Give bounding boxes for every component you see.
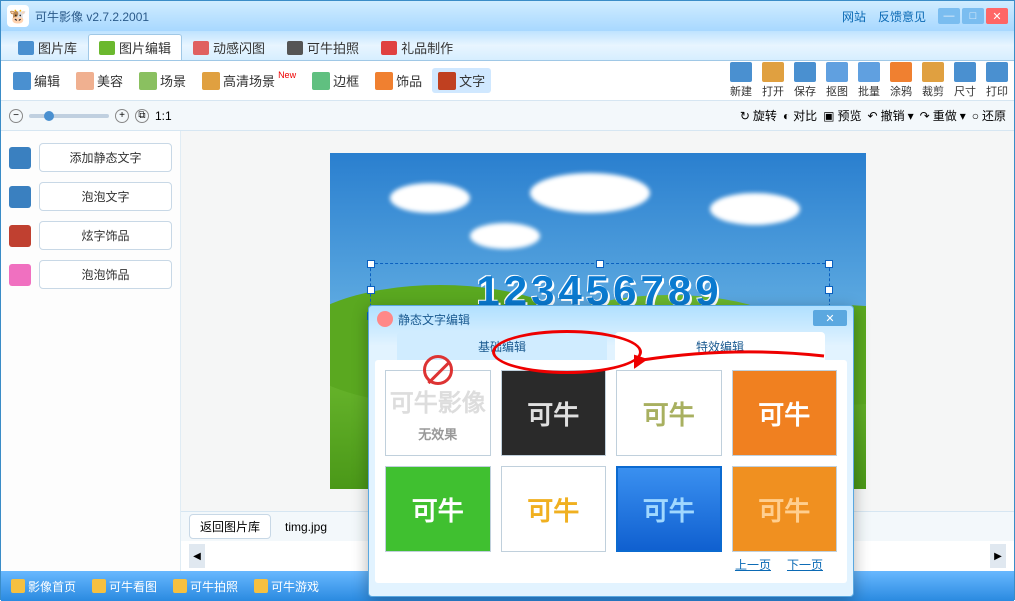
toolbar-1[interactable]: 美容 [70,68,129,93]
tool-打开[interactable]: 打开 [762,62,784,99]
dialog-close-button[interactable]: ✕ [813,310,847,326]
leftpane-icon-3 [9,264,31,286]
toolbar-6[interactable]: 文字 [432,68,491,93]
compare-button[interactable]: ◐ 对比 [783,107,817,124]
app-logo: 🐮 [7,5,29,27]
left-panel: 添加静态文字泡泡文字炫字饰品泡泡饰品 [1,131,181,571]
toolbar-4[interactable]: 边框 [306,68,365,93]
main-tabs: 图片库图片编辑动感闪图可牛拍照礼品制作 [1,31,1014,61]
thumb-scroll-left[interactable]: ◀ [189,544,205,568]
undo-button[interactable]: ↶ 撤销 ▾ [868,107,914,124]
leftpane-btn-0[interactable]: 添加静态文字 [39,143,172,172]
tool-保存[interactable]: 保存 [794,62,816,99]
leftpane-btn-3[interactable]: 泡泡饰品 [39,260,172,289]
zoom-slider[interactable] [29,114,109,118]
effect-item-1[interactable]: 可牛 [501,370,607,456]
zoom-fit-icon[interactable]: ⧉ [135,109,149,123]
next-page-link[interactable]: 下一页 [787,556,823,573]
titlebar: 🐮 可牛影像 v2.7.2.2001 网站 反馈意见 — □ ✕ [1,1,1014,31]
leftpane-icon-0 [9,147,31,169]
toolbar-3[interactable]: 高清场景New [196,68,302,93]
leftpane-btn-1[interactable]: 泡泡文字 [39,182,172,211]
leftpane-btn-2[interactable]: 炫字饰品 [39,221,172,250]
main-tab-0[interactable]: 图片库 [7,34,88,60]
effect-item-3[interactable]: 可牛 [732,370,838,456]
link-feedback[interactable]: 反馈意见 [878,8,926,25]
effect-item-6[interactable]: 可牛 [616,466,722,552]
close-button[interactable]: ✕ [986,8,1008,24]
effect-item-4[interactable]: 可牛 [385,466,491,552]
tool-批量[interactable]: 批量 [858,62,880,99]
main-tab-3[interactable]: 可牛拍照 [276,34,370,60]
effect-item-0[interactable]: 可牛影像无效果 [385,370,491,456]
main-tab-1[interactable]: 图片编辑 [88,34,182,60]
text-edit-dialog: 静态文字编辑 ✕ 基础编辑特效编辑 可牛影像无效果可牛可牛可牛可牛可牛可牛可牛 … [368,305,854,597]
main-tab-2[interactable]: 动感闪图 [182,34,276,60]
dialog-title: 静态文字编辑 [369,306,853,332]
dialog-icon [377,311,393,327]
thumb-scroll-right[interactable]: ▶ [990,544,1006,568]
effect-item-2[interactable]: 可牛 [616,370,722,456]
tool-新建[interactable]: 新建 [730,62,752,99]
filename-label: timg.jpg [285,520,327,534]
back-to-library-button[interactable]: 返回图片库 [189,514,271,539]
prev-page-link[interactable]: 上一页 [735,556,771,573]
effect-item-5[interactable]: 可牛 [501,466,607,552]
zoom-ratio[interactable]: 1:1 [155,109,172,123]
footer-link-2[interactable]: 可牛拍照 [173,578,238,595]
sub-toolbar: − + ⧉ 1:1 ↻ 旋转 ◐ 对比 ▣ 预览 ↶ 撤销 ▾ ↷ 重做 ▾ ○… [1,101,1014,131]
main-tab-4[interactable]: 礼品制作 [370,34,464,60]
effect-item-7[interactable]: 可牛 [732,466,838,552]
tool-裁剪[interactable]: 裁剪 [922,62,944,99]
zoom-out-icon[interactable]: − [9,109,23,123]
rotate-button[interactable]: ↻ 旋转 [740,107,777,124]
link-website[interactable]: 网站 [842,8,866,25]
tool-打印[interactable]: 打印 [986,62,1008,99]
restore-button[interactable]: ○ 还原 [972,107,1006,124]
tool-抠图[interactable]: 抠图 [826,62,848,99]
leftpane-icon-1 [9,186,31,208]
leftpane-icon-2 [9,225,31,247]
app-title: 可牛影像 v2.7.2.2001 [35,8,149,25]
footer-link-3[interactable]: 可牛游戏 [254,578,319,595]
tool-尺寸[interactable]: 尺寸 [954,62,976,99]
toolbar-2[interactable]: 场景 [133,68,192,93]
dialog-tab-0[interactable]: 基础编辑 [397,332,607,360]
tool-涂鸦[interactable]: 涂鸦 [890,62,912,99]
toolbar: 编辑美容场景高清场景New边框饰品文字 新建打开保存抠图批量涂鸦裁剪尺寸打印 [1,61,1014,101]
minimize-button[interactable]: — [938,8,960,24]
toolbar-0[interactable]: 编辑 [7,68,66,93]
redo-button[interactable]: ↷ 重做 ▾ [920,107,966,124]
footer-link-0[interactable]: 影像首页 [11,578,76,595]
zoom-in-icon[interactable]: + [115,109,129,123]
toolbar-5[interactable]: 饰品 [369,68,428,93]
footer-link-1[interactable]: 可牛看图 [92,578,157,595]
preview-button[interactable]: ▣ 预览 [823,107,861,124]
maximize-button[interactable]: □ [962,8,984,24]
dialog-tab-1[interactable]: 特效编辑 [615,332,825,360]
